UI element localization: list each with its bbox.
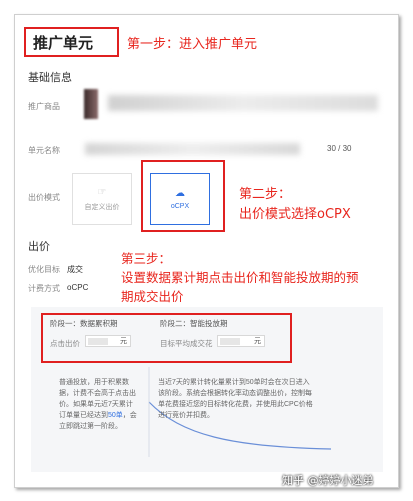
custom-bid-icon: ☞ xyxy=(97,186,107,198)
step2-line2: 出价模式选择oCPX xyxy=(239,207,351,222)
phase2-unit: 元 xyxy=(254,338,261,345)
bid-mode-custom-label: 自定义出价 xyxy=(84,203,120,211)
phase2-target-cost-input[interactable]: 元 xyxy=(217,335,265,347)
goal-value: 成交 xyxy=(67,265,83,274)
billing-value: oCPC xyxy=(67,283,89,292)
phase1-desc-line3: 价。如果单元近7天累计 xyxy=(59,401,133,408)
phase1-unit: 元 xyxy=(120,338,127,345)
goal-label: 优化目标 xyxy=(28,265,60,274)
phase2-input-redacted xyxy=(220,338,240,345)
phase1-desc-line2: 据，计费不会高于点击出 xyxy=(59,390,136,397)
name-char-counter: 30 / 30 xyxy=(327,144,352,153)
phase1-field-label: 点击出价 xyxy=(50,339,80,348)
phase2-title: 阶段二：智能投放期 xyxy=(160,319,228,328)
phase1-description: 普通投放，用于积累数 据，计费不会高于点击出 价。如果单元近7天累计 订单量已经… xyxy=(59,377,149,432)
product-thumbnail[interactable] xyxy=(84,89,98,119)
phase2-desc-line4: 进行竞价并扣费。 xyxy=(158,412,214,419)
phase1-desc-line5: 立即跳过第一阶段。 xyxy=(59,423,122,430)
phase1-desc-line1: 普通投放，用于积累数 xyxy=(59,379,129,386)
unit-name-label: 单元名称 xyxy=(28,146,60,155)
unit-name-input[interactable] xyxy=(85,143,300,155)
step3-annotation: 第三步： 设置数据累计期点击出价和智能投放期的预 期成交出价 xyxy=(121,249,391,306)
threshold-link: 50单 xyxy=(108,412,123,419)
step2-line1: 第二步： xyxy=(239,187,292,202)
step3-line3: 期成交出价 xyxy=(121,289,184,304)
step3-line1: 第三步： xyxy=(121,251,172,266)
phase1-click-bid-input[interactable]: 元 xyxy=(85,335,131,347)
ocpx-highlight xyxy=(141,160,225,232)
phase2-field-label: 目标平均成交花 xyxy=(160,339,213,348)
product-label: 推广商品 xyxy=(28,102,60,111)
phase2-desc-line3: 单花费接近您的目标转化花费，并使用此CPC价格 xyxy=(158,401,313,408)
phase2-desc-line1: 当近7天的累计转化量累计到50单时会在次日进入 xyxy=(158,379,310,386)
step2-annotation: 第二步： 出价模式选择oCPX xyxy=(239,185,351,225)
phase2-desc-line2: 该阶段。系统会根据转化率动态调整出价，控制每 xyxy=(158,390,312,397)
phase1-input-redacted xyxy=(88,338,108,345)
phase1-desc-line4-post: ，会 xyxy=(122,412,137,419)
step3-line2: 设置数据累计期点击出价和智能投放期的预 xyxy=(121,270,359,285)
bid-mode-custom[interactable]: ☞ 自定义出价 xyxy=(72,173,132,225)
phase1-desc-line4: 订单量已经达到50单，会 xyxy=(59,410,149,421)
screenshot-frame: 推广单元 第一步：进入推广单元 基础信息 推广商品 单元名称 30 / 30 出… xyxy=(14,14,399,488)
phase2-description: 当近7天的累计转化量累计到50单时会在次日进入 该阶段。系统会根据转化率动态调整… xyxy=(158,377,378,421)
step1-annotation: 第一步：进入推广单元 xyxy=(127,37,258,52)
page-title: 推广单元 xyxy=(33,34,94,52)
basic-info-title: 基础信息 xyxy=(28,72,72,84)
bid-mode-label: 出价模式 xyxy=(28,193,60,202)
phase1-title: 阶段一：数据累积期 xyxy=(50,319,118,328)
watermark: 知乎 @婷婷小迷弟 xyxy=(282,474,374,487)
billing-label: 计费方式 xyxy=(28,284,60,293)
phase1-desc-line4-pre: 订单量已经达到 xyxy=(59,412,108,419)
product-name-redacted xyxy=(108,95,378,111)
page-title-highlight: 推广单元 xyxy=(24,27,119,57)
bid-section-title: 出价 xyxy=(28,241,50,253)
